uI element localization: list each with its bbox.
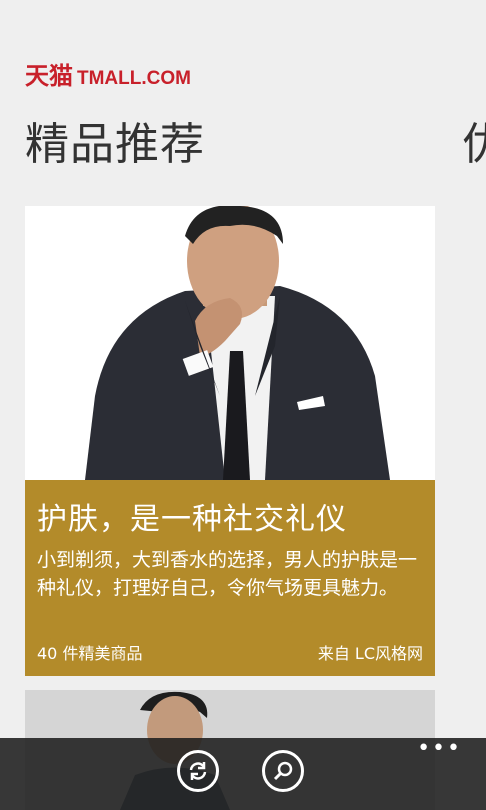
more-options-button[interactable]: ••• [417, 738, 462, 760]
card-source: 来自 LC风格网 [317, 644, 423, 663]
next-panorama-title[interactable]: 优 [462, 108, 486, 172]
page-title: 精品推荐 [25, 119, 205, 170]
card-description: 小到剃须，大到香水的选择，男人的护肤是一种礼仪，打理好自己，令你气场更具魅力。 [37, 549, 418, 599]
search-icon [273, 761, 293, 781]
app-bar: ••• [0, 738, 486, 810]
tmall-logo: 天猫 TMALL.COM [25, 56, 191, 91]
search-button[interactable] [262, 750, 304, 792]
card-image [25, 206, 435, 480]
featured-card[interactable]: 护肤，是一种社交礼仪 小到剃须，大到香水的选择，男人的护肤是一种礼仪，打理好自己… [25, 206, 435, 676]
logo-cn-text: 天猫 [25, 62, 73, 90]
refresh-button[interactable] [177, 750, 219, 792]
card-item-count: 40 件精美商品 [37, 644, 143, 663]
man-in-suit-image [25, 206, 435, 480]
card-headline: 护肤，是一种社交礼仪 [37, 502, 347, 537]
card-info-panel: 护肤，是一种社交礼仪 小到剃须，大到香水的选择，男人的护肤是一种礼仪，打理好自己… [25, 480, 435, 676]
logo-en-text: TMALL.COM [77, 68, 191, 89]
refresh-icon [189, 762, 207, 780]
